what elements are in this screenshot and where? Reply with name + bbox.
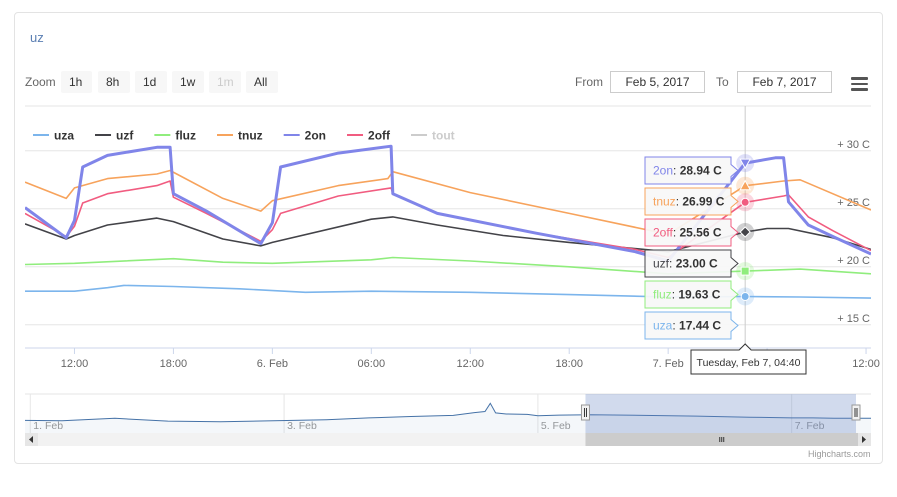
tooltip-tnuz: tnuz: 26.99 C bbox=[644, 187, 739, 216]
x-tick-label: 12:00 bbox=[456, 358, 484, 370]
marker-fluz bbox=[740, 266, 750, 276]
tooltips: 2on: 28.94 C tnuz: 26.99 C 2off: 25.56 C uz… bbox=[644, 156, 807, 375]
legend-item-tnuz[interactable]: tnuz bbox=[217, 129, 263, 143]
tooltip-text: 2on: 28.94 C bbox=[653, 164, 722, 178]
legend-label: uza bbox=[54, 129, 74, 143]
marker-2off bbox=[740, 197, 750, 207]
legend-item-uzf[interactable]: uzf bbox=[95, 129, 134, 143]
legend-label: 2off bbox=[368, 129, 391, 143]
navigator-selection[interactable] bbox=[585, 394, 856, 434]
marker-uza bbox=[740, 291, 750, 301]
x-tick-label: 7. Feb bbox=[653, 358, 684, 370]
tooltip-text: 2off: 25.56 C bbox=[653, 226, 722, 240]
tooltip-text: uza: 17.44 C bbox=[653, 319, 721, 333]
tooltip-uza: uza: 17.44 C bbox=[644, 311, 739, 340]
y-tick-label: + 15 C bbox=[837, 313, 870, 325]
chart-svg: uza uzf fluz tnuz 2on 2off tout + 15 C + 20 C + … bbox=[24, 105, 880, 446]
tooltip-2on: 2on: 28.94 C bbox=[644, 156, 739, 185]
tooltip-text: fluz: 19.63 C bbox=[653, 288, 721, 302]
legend-item-uza[interactable]: uza bbox=[33, 129, 74, 143]
legend-item-fluz[interactable]: fluz bbox=[154, 129, 196, 143]
legend-item-tout[interactable]: tout bbox=[411, 129, 455, 143]
legend: uza uzf fluz tnuz 2on 2off tout bbox=[33, 129, 455, 143]
legend-label: tout bbox=[432, 129, 455, 143]
legend-item-2on[interactable]: 2on bbox=[283, 129, 326, 143]
x-tick-label: 12:00 bbox=[61, 358, 89, 370]
navigator-handle-right[interactable] bbox=[851, 404, 861, 421]
x-tick-label: 12:00 bbox=[852, 358, 880, 370]
tooltip-header-text: Tuesday, Feb 7, 04:40 bbox=[697, 357, 801, 369]
legend-label: 2on bbox=[305, 129, 326, 143]
navigator-scrollbar[interactable] bbox=[25, 433, 871, 446]
tooltip-fluz: fluz: 19.63 C bbox=[644, 280, 739, 309]
legend-item-2off[interactable]: 2off bbox=[347, 129, 391, 143]
x-tick-label: 06:00 bbox=[358, 358, 386, 370]
handle-box bbox=[851, 404, 861, 421]
y-tick-label: + 30 C bbox=[837, 139, 870, 151]
navigator[interactable]: 1. Feb3. Feb5. Feb7. Feb bbox=[24, 393, 871, 446]
tooltip-text: tnuz: 26.99 C bbox=[653, 195, 725, 209]
tooltip-text: uzf: 23.00 C bbox=[653, 257, 718, 271]
legend-label: tnuz bbox=[238, 129, 263, 143]
tooltip-uzf: uzf: 23.00 C bbox=[644, 249, 739, 278]
credits: Highcharts.com bbox=[808, 449, 871, 459]
legend-label: fluz bbox=[175, 129, 196, 143]
legend-label: uzf bbox=[116, 129, 134, 143]
handle-box bbox=[580, 404, 590, 421]
y-tick-label: + 20 C bbox=[837, 255, 870, 267]
grid: + 15 C+ 20 C+ 25 C+ 30 C12:00 18:00 6. Feb… bbox=[25, 139, 880, 370]
navigator-handle-left[interactable] bbox=[580, 404, 590, 421]
x-tick-label: 18:00 bbox=[555, 358, 583, 370]
x-tick-label: 6. Feb bbox=[257, 358, 288, 370]
x-tick-label: 18:00 bbox=[160, 358, 188, 370]
tooltip-2off: 2off: 25.56 C bbox=[644, 218, 739, 247]
